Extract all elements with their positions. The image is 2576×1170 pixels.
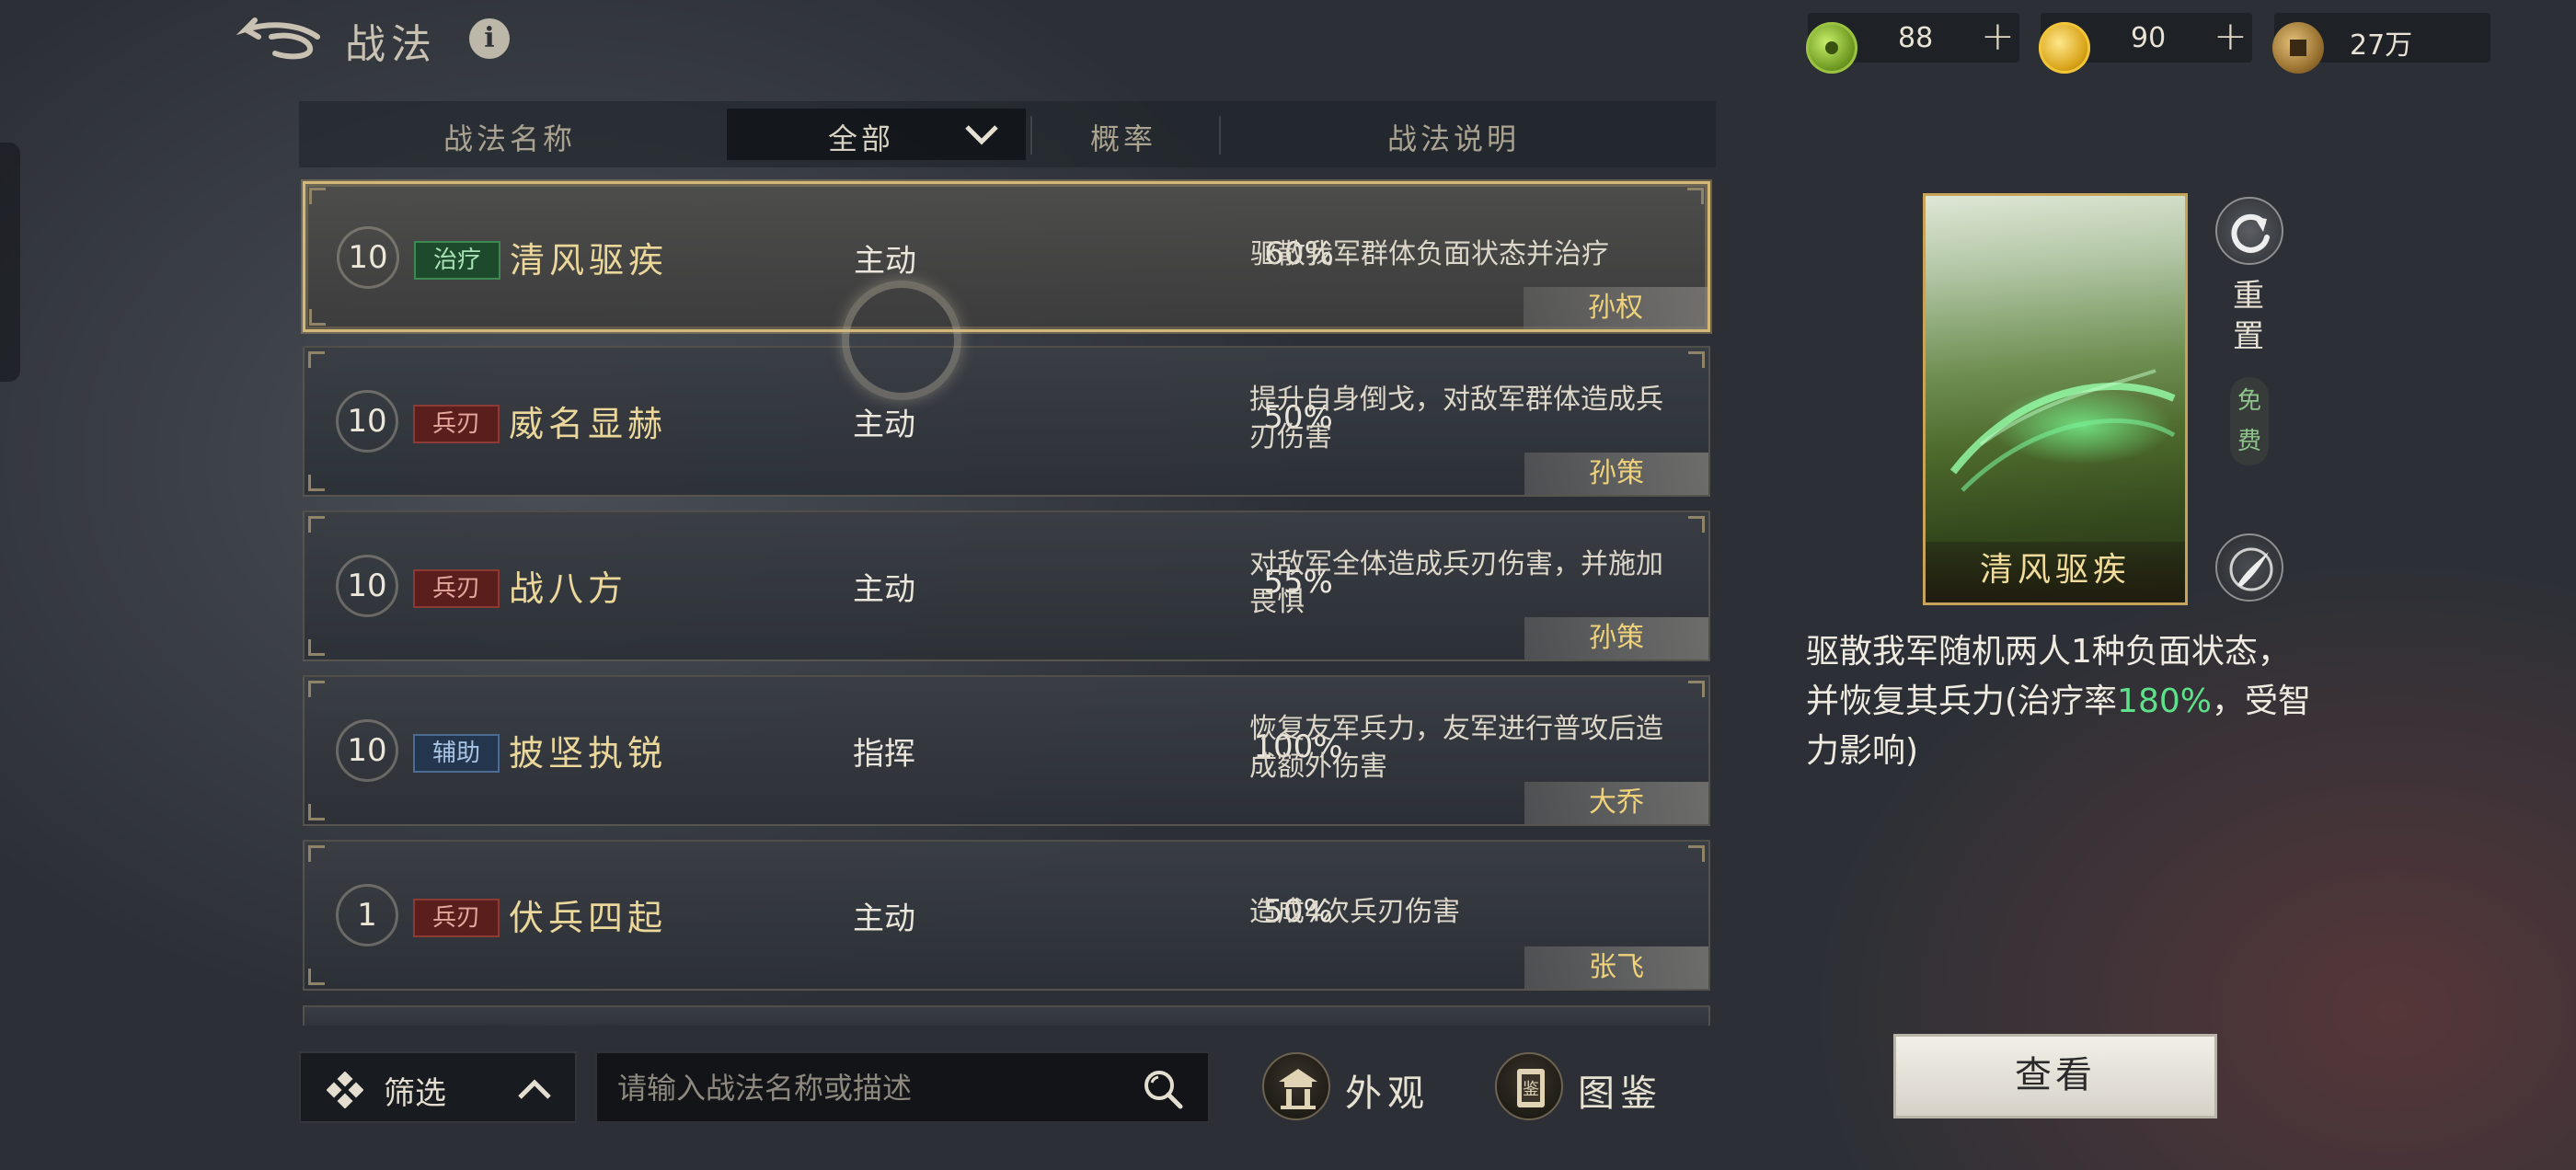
skill-name: 威名显赫 <box>509 404 668 444</box>
loading-ring-icon <box>842 281 961 400</box>
skill-tag: 兵刃 <box>413 569 500 608</box>
hero-badge: 孙权 <box>1524 287 1708 329</box>
search-box[interactable] <box>595 1051 1210 1123</box>
skill-tag: 兵刃 <box>413 405 500 443</box>
free-badge: 免费 <box>2230 377 2269 465</box>
gold-resource: 90 + <box>2039 13 2252 74</box>
skill-row[interactable]: 1 兵刃 伏兵四起 主动 50% 造成4次兵刃伤害 张飞 <box>303 840 1710 991</box>
skill-name: 伏兵四起 <box>509 898 668 938</box>
gold-plus-button[interactable]: + <box>2214 13 2248 60</box>
skill-name: 战八方 <box>509 568 628 609</box>
jade-resource: 88 + <box>1806 13 2019 74</box>
codex-button[interactable]: 鉴 图鉴 <box>1495 1047 1679 1128</box>
filter-diamond-icon <box>326 1071 364 1109</box>
skill-type: 主动 <box>853 407 915 443</box>
copper-resource: 27万 <box>2272 13 2490 74</box>
brush-icon <box>2229 547 2273 591</box>
skill-description: 提升自身倒戈，对敌军群体造成兵刃伤害 <box>1249 384 1663 453</box>
type-filter-value: 全部 <box>828 121 895 156</box>
skill-detail-description: 驱散我军随机两人1种负面状态，并恢复其兵力(治疗率180%，受智力影响) <box>1806 627 2321 776</box>
hero-badge: 孙策 <box>1524 453 1708 495</box>
skill-level: 10 <box>337 226 399 289</box>
skill-tag: 辅助 <box>413 734 500 773</box>
chevron-down-icon <box>963 116 1000 153</box>
skill-row[interactable]: 10 兵刃 战八方 主动 55% 对敌军全体造成兵刃伤害，并施加畏惧 孙策 <box>303 510 1710 661</box>
wind-swirl-art <box>1949 369 2176 492</box>
calligraphy-brush-button[interactable] <box>2215 533 2283 602</box>
search-icon[interactable] <box>1140 1066 1186 1112</box>
hero-badge: 孙策 <box>1524 617 1708 660</box>
skill-list[interactable]: 10 治疗 清风驱疾 主动 60% 驱散我军群体负面状态并治疗 孙权 10 兵刃… <box>299 179 1716 1026</box>
copper-coin-icon <box>2272 22 2324 74</box>
skill-card[interactable]: 清风驱疾 <box>1923 193 2188 605</box>
skill-name: 披坚执锐 <box>509 733 668 774</box>
search-input[interactable] <box>617 1066 1133 1110</box>
pavilion-icon <box>1262 1052 1330 1120</box>
type-filter-dropdown[interactable]: 全部 <box>727 109 1026 160</box>
refresh-icon <box>2231 213 2270 253</box>
skill-description: 造成4次兵刃伤害 <box>1249 896 1461 928</box>
skill-row[interactable]: 10 辅助 披坚执锐 指挥 100% 恢复友军兵力，友军进行普攻后造成额外伤害 … <box>303 675 1710 826</box>
filter-label: 筛选 <box>384 1075 446 1112</box>
copper-value: 27万 <box>2350 29 2413 62</box>
jade-plus-button[interactable]: + <box>1981 13 2015 60</box>
col-name-header: 战法名称 <box>443 121 577 156</box>
skill-description: 恢复友军兵力，友军进行普攻后造成额外伤害 <box>1249 713 1663 783</box>
skill-row[interactable]: 10 兵刃 威名显赫 主动 50% 提升自身倒戈，对敌军群体造成兵刃伤害 孙策 <box>303 346 1710 497</box>
skill-description: 对敌军全体造成兵刃伤害，并施加畏惧 <box>1249 548 1663 618</box>
chevron-up-icon <box>514 1070 555 1110</box>
appearance-label: 外观 <box>1345 1072 1430 1115</box>
col-prob-header: 概率 <box>1090 121 1157 156</box>
card-skill-name: 清风驱疾 <box>1926 542 2185 602</box>
gold-value: 90 <box>2131 22 2167 54</box>
page-title: 战法 <box>345 21 437 68</box>
skill-tag: 治疗 <box>414 241 500 280</box>
svg-text:鉴: 鉴 <box>1523 1080 1539 1099</box>
reset-button[interactable] <box>2215 197 2283 265</box>
skill-type: 主动 <box>854 243 916 280</box>
skill-level: 10 <box>336 390 398 453</box>
skill-description: 驱散我军群体负面状态并治疗 <box>1250 238 1609 270</box>
side-drawer-handle[interactable] <box>0 143 20 382</box>
skill-level: 10 <box>336 719 398 782</box>
jade-coin-icon <box>1806 22 1857 74</box>
skill-tag: 兵刃 <box>413 899 500 937</box>
hero-badge: 大乔 <box>1524 782 1708 824</box>
gold-coin-icon <box>2039 22 2090 74</box>
skill-row[interactable]: 10 治疗 清风驱疾 主动 60% 驱散我军群体负面状态并治疗 孙权 <box>303 181 1710 332</box>
skill-level: 10 <box>336 555 398 617</box>
appearance-button[interactable]: 外观 <box>1262 1047 1446 1128</box>
col-desc-header: 战法说明 <box>1387 121 1521 156</box>
info-icon[interactable]: i <box>469 18 510 59</box>
skill-name: 清风驱疾 <box>510 240 669 281</box>
jade-value: 88 <box>1898 22 1934 54</box>
back-arrow-icon[interactable] <box>235 17 322 63</box>
filter-button[interactable]: 筛选 <box>299 1051 577 1123</box>
skill-type: 主动 <box>853 571 915 608</box>
skill-level: 1 <box>336 884 398 946</box>
header-divider <box>1030 116 1032 155</box>
skill-row-partial[interactable] <box>303 1005 1710 1026</box>
skill-type: 指挥 <box>853 736 915 773</box>
codex-book-icon: 鉴 <box>1495 1052 1563 1120</box>
skill-type: 主动 <box>853 900 915 937</box>
heal-rate-value: 180% <box>2117 682 2212 720</box>
reset-label: 重置 <box>2233 278 2264 355</box>
hero-badge: 张飞 <box>1524 946 1708 989</box>
codex-label: 图鉴 <box>1578 1072 1662 1115</box>
view-button[interactable]: 查看 <box>1893 1034 2217 1118</box>
header-divider <box>1219 116 1221 155</box>
